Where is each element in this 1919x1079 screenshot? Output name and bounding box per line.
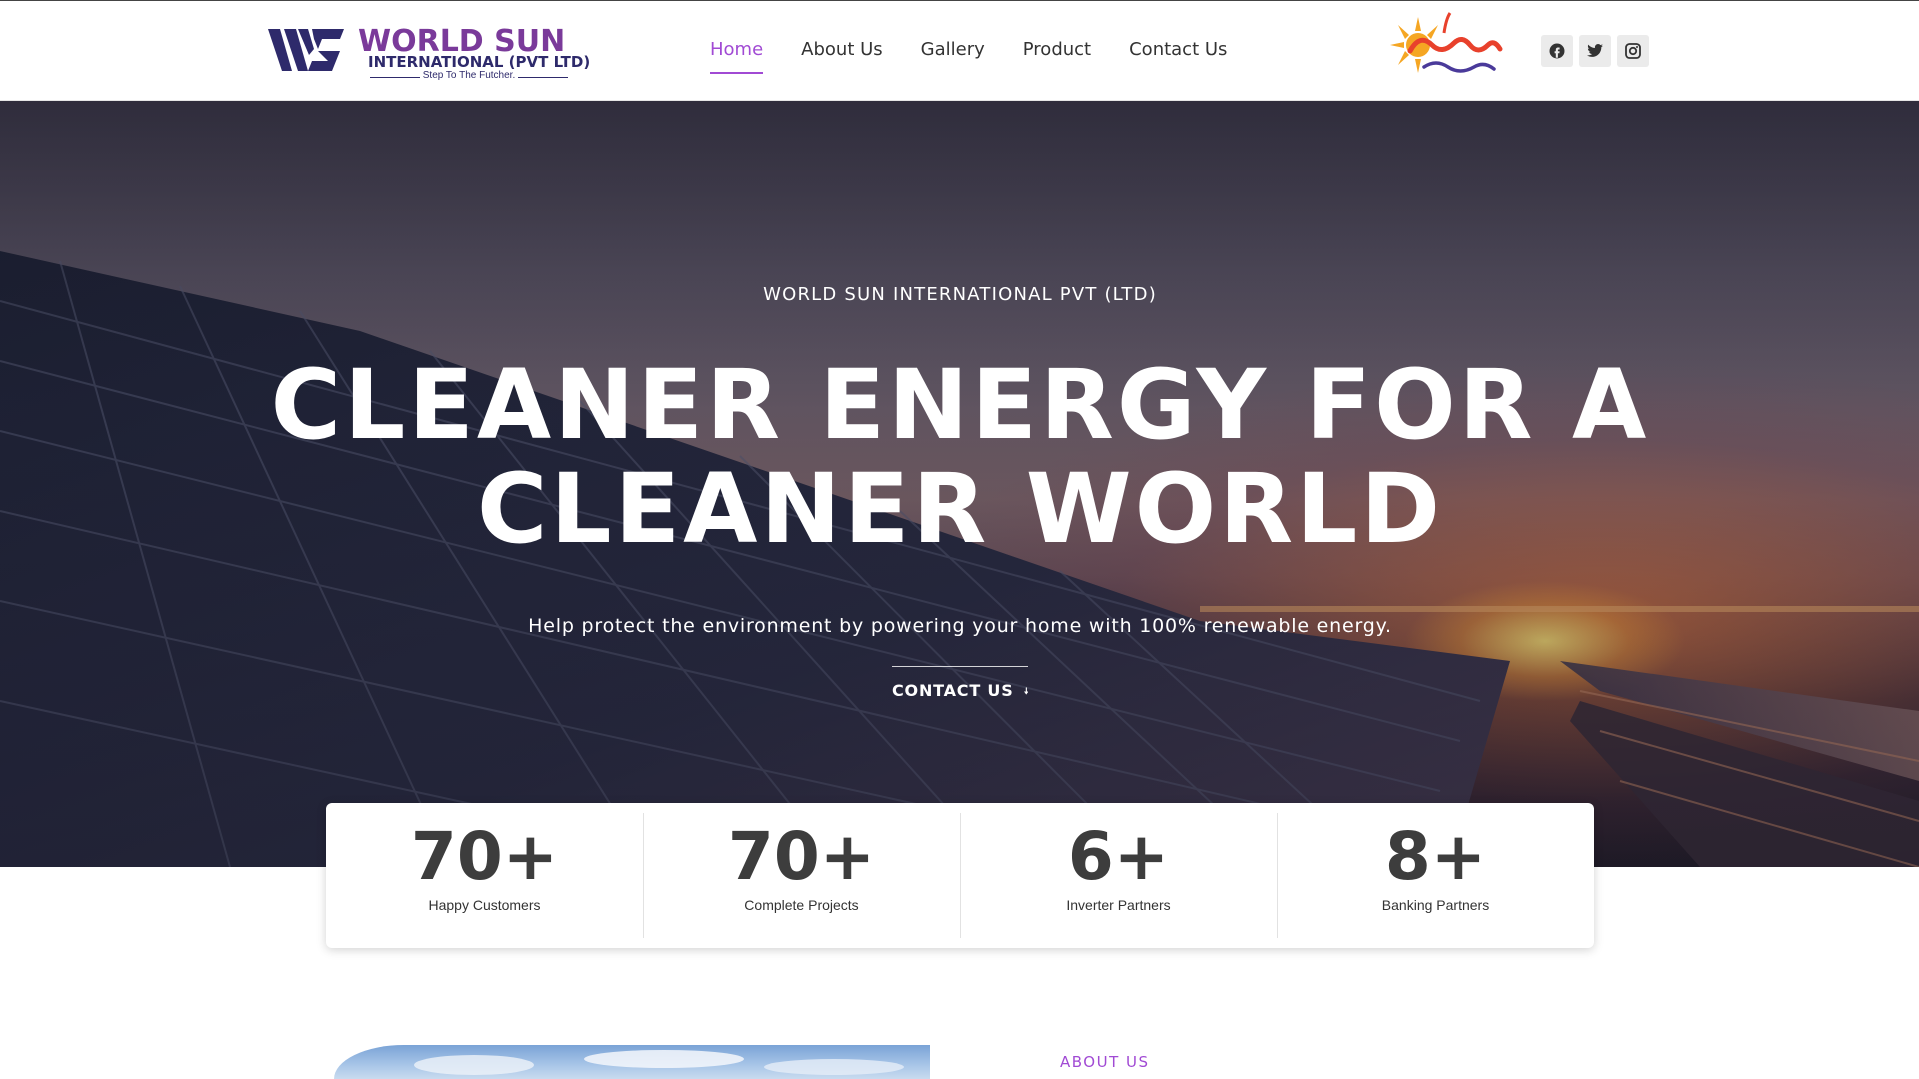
contact-us-button[interactable]: CONTACT US bbox=[892, 666, 1028, 700]
site-header: WORLD SUN INTERNATIONAL (PVT LTD) Step T… bbox=[0, 0, 1919, 101]
stat-value: 8+ bbox=[1384, 818, 1487, 895]
stats-card: 70+ Happy Customers 70+ Complete Project… bbox=[326, 803, 1594, 948]
instagram-button[interactable] bbox=[1617, 35, 1649, 67]
world-sun-logo[interactable]: WORLD SUN INTERNATIONAL (PVT LTD) Step T… bbox=[268, 25, 590, 83]
stat-label: Inverter Partners bbox=[1066, 897, 1171, 913]
sun-logo-icon bbox=[1390, 12, 1503, 73]
about-image bbox=[334, 1045, 930, 1079]
stat-label: Happy Customers bbox=[428, 897, 541, 913]
instagram-icon bbox=[1625, 43, 1641, 59]
hero-section: WORLD SUN INTERNATIONAL PVT (LTD) CLEANE… bbox=[0, 101, 1919, 867]
stat-value: 70+ bbox=[727, 818, 876, 895]
nav-about-us[interactable]: About Us bbox=[801, 39, 883, 74]
hero-title: CLEANER ENERGY FOR A CLEANER WORLD bbox=[270, 349, 1650, 565]
hero-subtitle: Help protect the environment by powering… bbox=[528, 615, 1392, 637]
surya-bala-sangramaya-logo[interactable] bbox=[1384, 11, 1522, 83]
stat-inverter-partners: 6+ Inverter Partners bbox=[960, 803, 1277, 948]
stat-happy-customers: 70+ Happy Customers bbox=[326, 803, 643, 948]
stat-value: 70+ bbox=[410, 818, 559, 895]
twitter-icon bbox=[1587, 44, 1603, 57]
stat-complete-projects: 70+ Complete Projects bbox=[643, 803, 960, 948]
logo-tagline: Step To The Futcher. bbox=[370, 70, 568, 81]
stat-label: Banking Partners bbox=[1381, 897, 1490, 913]
about-us-label: ABOUT US bbox=[1060, 1053, 1150, 1071]
stat-value: 6+ bbox=[1067, 818, 1170, 895]
sky-image bbox=[414, 1050, 904, 1075]
stat-label: Complete Projects bbox=[744, 897, 859, 913]
hero-eyebrow: WORLD SUN INTERNATIONAL PVT (LTD) bbox=[763, 284, 1157, 305]
nav-gallery[interactable]: Gallery bbox=[921, 39, 985, 74]
stat-banking-partners: 8+ Banking Partners bbox=[1277, 803, 1594, 948]
ws-monogram-icon bbox=[268, 29, 344, 71]
twitter-button[interactable] bbox=[1579, 35, 1611, 67]
arrow-down-icon bbox=[1023, 686, 1028, 695]
facebook-icon bbox=[1549, 43, 1565, 59]
logo-subtitle: INTERNATIONAL (PVT LTD) bbox=[368, 53, 591, 71]
nav-contact-us[interactable]: Contact Us bbox=[1129, 39, 1227, 74]
main-nav: Home About Us Gallery Product Contact Us bbox=[710, 39, 1265, 74]
contact-us-label: CONTACT US bbox=[892, 681, 1014, 700]
facebook-button[interactable] bbox=[1541, 35, 1573, 67]
nav-product[interactable]: Product bbox=[1023, 39, 1091, 74]
nav-home[interactable]: Home bbox=[710, 39, 764, 74]
